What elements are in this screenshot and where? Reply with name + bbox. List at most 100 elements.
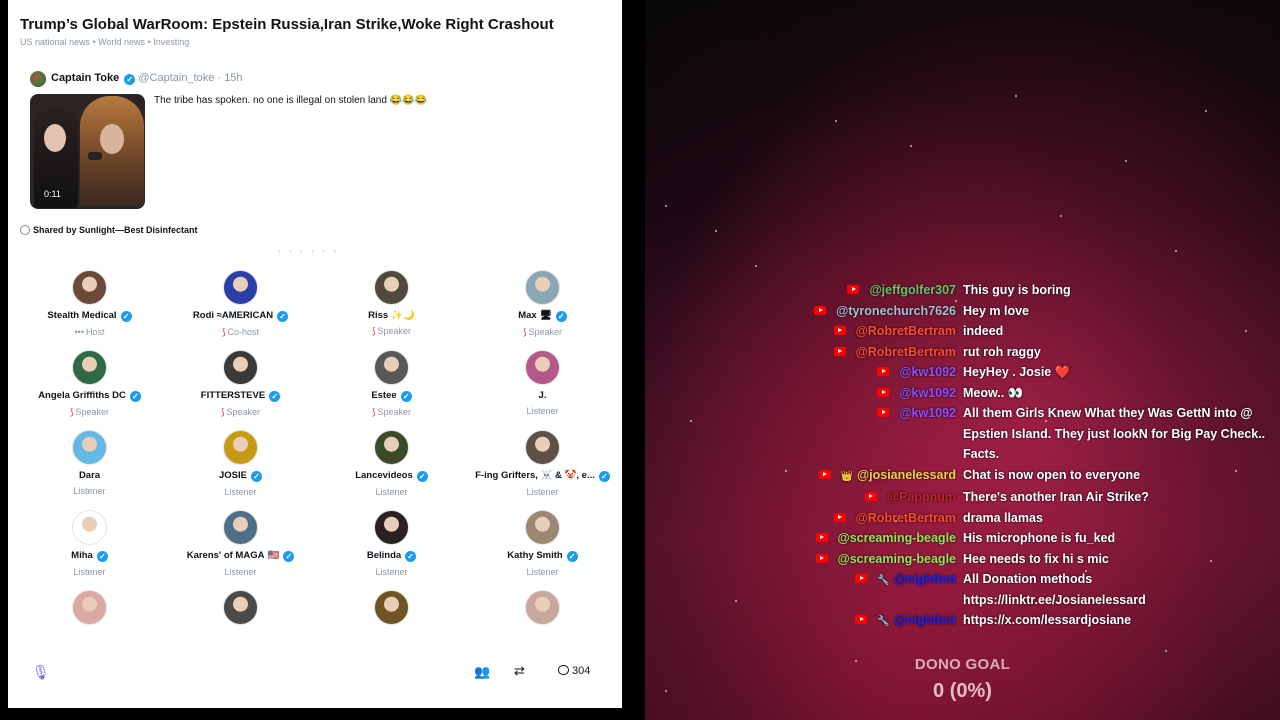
chat-username[interactable]: @kw1092 bbox=[899, 386, 956, 400]
participant-name-text: FITTERSTEVE bbox=[200, 390, 266, 401]
participant-avatar[interactable] bbox=[223, 510, 258, 545]
participant[interactable]: Miha ✓ Listener bbox=[14, 510, 165, 590]
participant[interactable]: Belinda ✓ Listener bbox=[316, 510, 467, 590]
participant-name: FITTERSTEVE ✓ bbox=[165, 390, 316, 402]
chat-username[interactable]: @nightbot bbox=[894, 613, 956, 627]
participant-name-text: J. bbox=[538, 390, 547, 401]
participant-role: ••• Host bbox=[14, 327, 165, 337]
tweet-author-handle[interactable]: @Captain_toke bbox=[138, 72, 214, 84]
participant-avatar[interactable] bbox=[72, 430, 107, 465]
participant-avatar[interactable] bbox=[72, 590, 107, 625]
donation-goal: DONO GOAL 0 (0%) bbox=[645, 656, 1280, 703]
participant-name-text: Max bbox=[518, 310, 537, 321]
participant[interactable]: J. Listener bbox=[467, 350, 618, 430]
chat-message: @jeffgolfer307 This guy is boring bbox=[645, 280, 1280, 301]
chat-username[interactable]: @RobretBertram bbox=[856, 324, 956, 338]
tweet-video-thumbnail[interactable]: 0:11 bbox=[30, 94, 145, 209]
participant-avatar[interactable] bbox=[525, 270, 560, 305]
participant-avatar[interactable] bbox=[525, 430, 560, 465]
participant-avatar[interactable] bbox=[72, 350, 107, 385]
video-face-left bbox=[44, 124, 66, 152]
youtube-icon bbox=[833, 326, 846, 335]
participant-avatar[interactable] bbox=[374, 270, 409, 305]
participant[interactable]: Dara Listener bbox=[14, 430, 165, 510]
chat-username[interactable]: @RobretBertram bbox=[856, 345, 956, 359]
chat-username[interactable]: @screaming-beagle bbox=[838, 531, 956, 545]
chat-username[interactable]: @josianelessard bbox=[857, 468, 956, 482]
participant-avatar[interactable] bbox=[223, 350, 258, 385]
youtube-icon bbox=[877, 387, 890, 397]
microphone-button[interactable]: 🎙 bbox=[32, 664, 50, 680]
chat-username[interactable]: @jeffgolfer307 bbox=[869, 283, 956, 297]
verified-icon: ✓ bbox=[251, 471, 262, 482]
participant-name: Rodi ≈AMERICAN ✓ bbox=[165, 310, 316, 322]
participant-avatar[interactable] bbox=[374, 430, 409, 465]
chat-message: @RobretBertram indeed bbox=[645, 321, 1280, 342]
chat-username[interactable]: @nightbot bbox=[894, 572, 956, 586]
participant[interactable]: Kathy Smith ✓ Listener bbox=[467, 510, 618, 590]
participant-avatar[interactable] bbox=[525, 350, 560, 385]
chat-author: 🔧 @nightbot bbox=[645, 569, 963, 610]
chat-username[interactable]: @screaming-beagle bbox=[838, 552, 956, 566]
participant[interactable]: Max 🖥 ✓ ⟆ Speaker bbox=[467, 270, 618, 350]
participant-avatar[interactable] bbox=[223, 430, 258, 465]
participant-avatar[interactable] bbox=[72, 510, 107, 545]
tweet-separator: · bbox=[217, 72, 222, 84]
participant-avatar[interactable] bbox=[374, 510, 409, 545]
participant-avatar[interactable] bbox=[525, 510, 560, 545]
participant-avatar[interactable] bbox=[374, 590, 409, 625]
space-topics[interactable]: US national news • World news • Investin… bbox=[20, 37, 189, 47]
participant[interactable]: Karens' of MAGA 🇺🇸 ✓ Listener bbox=[165, 510, 316, 590]
participant[interactable]: JOSIE ✓ Listener bbox=[165, 430, 316, 510]
people-icon[interactable]: 👥 bbox=[474, 664, 490, 680]
participant[interactable]: Rodi ≈AMERICAN ✓ ⟆ Co-host bbox=[165, 270, 316, 350]
participant-avatar[interactable] bbox=[72, 270, 107, 305]
participant[interactable]: F-ing Grifters, ☠️ & 🤡, e... ✓ Listener bbox=[467, 430, 618, 510]
participant[interactable]: Stealth Medical ✓ ••• Host bbox=[14, 270, 165, 350]
space-bottom-bar: 🎙 👥 ⇄ 304 bbox=[8, 656, 622, 688]
star-particle bbox=[1205, 110, 1207, 112]
participant-avatar[interactable] bbox=[223, 590, 258, 625]
star-particle bbox=[1125, 160, 1127, 162]
youtube-icon bbox=[815, 553, 828, 563]
chat-username[interactable]: @RobretBertram bbox=[856, 511, 956, 525]
tweet-header: Captain Toke ✓ @Captain_toke · 15h bbox=[51, 72, 243, 85]
chat-author: 🔧 @nightbot bbox=[645, 610, 963, 633]
verified-icon: ✓ bbox=[269, 391, 281, 402]
participant-role: ⟆ Speaker bbox=[316, 326, 467, 337]
participant[interactable]: Estee ✓ ⟆ Speaker bbox=[316, 350, 467, 430]
participant-avatar[interactable] bbox=[525, 590, 560, 625]
chat-username[interactable]: @kw1092 bbox=[899, 406, 956, 420]
live-chat-overlay: @jeffgolfer307 This guy is boring @tyronec… bbox=[645, 280, 1280, 633]
participant-avatar[interactable] bbox=[223, 270, 258, 305]
participant[interactable]: Riss ✨🌙 ⟆ Speaker bbox=[316, 270, 467, 350]
youtube-icon bbox=[847, 285, 860, 294]
chat-username[interactable]: @tyronechurch7626 bbox=[836, 304, 956, 318]
chat-username[interactable]: @kw1092 bbox=[899, 365, 956, 379]
youtube-icon bbox=[864, 492, 877, 501]
chat-text: HeyHey . Josie ❤️ bbox=[963, 365, 1071, 379]
participant[interactable]: Lancevideos ✓ Listener bbox=[316, 430, 467, 510]
chat-message: @RobretBertram drama llamas bbox=[645, 508, 1280, 529]
shared-by-line[interactable]: Shared by Sunlight—Best Disinfectant bbox=[20, 225, 198, 235]
star-particle bbox=[755, 265, 757, 267]
participant-name-emoji: 🖥 bbox=[539, 310, 552, 321]
comments-button[interactable]: 304 bbox=[558, 665, 590, 677]
tweet-timestamp[interactable]: 15h bbox=[224, 72, 242, 84]
participant-role: Listener bbox=[316, 567, 467, 577]
participant-avatar[interactable] bbox=[374, 350, 409, 385]
participant-name-text: Rodi ≈AMERICAN bbox=[192, 310, 274, 321]
tweet-author-avatar[interactable] bbox=[30, 71, 46, 87]
chat-username[interactable]: @Pappnum bbox=[887, 490, 956, 504]
participant[interactable]: FITTERSTEVE ✓ ⟆ Speaker bbox=[165, 350, 316, 430]
participant-name: Max 🖥 ✓ bbox=[467, 310, 618, 322]
chat-text: Hey m love bbox=[963, 303, 1030, 318]
participant-role: Listener bbox=[14, 486, 165, 496]
chat-author: @RobretBertram bbox=[645, 342, 963, 363]
participant-name-text: JOSIE bbox=[219, 470, 247, 481]
share-icon[interactable]: ⇄ bbox=[514, 663, 525, 679]
participant[interactable]: Angela Griffiths DC ✓ ⟆ Speaker bbox=[14, 350, 165, 430]
tweet-author-name[interactable]: Captain Toke bbox=[51, 72, 119, 84]
youtube-icon bbox=[814, 305, 827, 315]
chat-message: 🔧 @nightbot https://x.com/lessardjosiane bbox=[645, 610, 1280, 633]
